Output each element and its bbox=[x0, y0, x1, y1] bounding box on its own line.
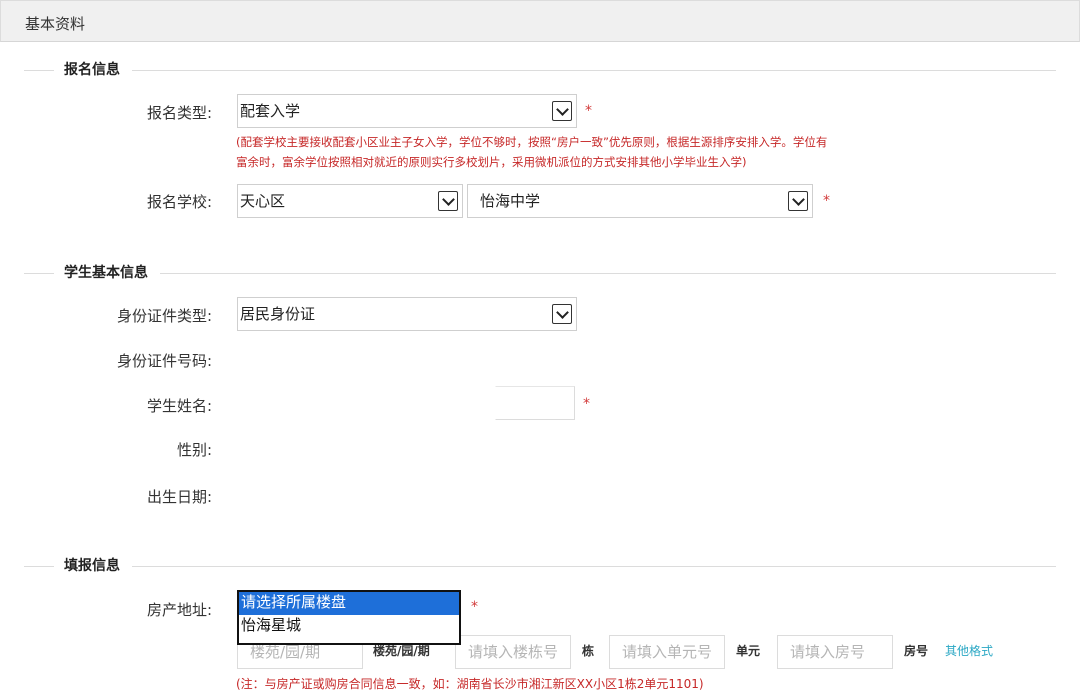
unit-input[interactable]: 请填入单元号 bbox=[609, 635, 725, 669]
required-mark: * bbox=[471, 599, 478, 615]
section-divider bbox=[24, 70, 1056, 71]
other-format-link[interactable]: 其他格式 bbox=[945, 643, 993, 659]
section-signup: 报名信息 bbox=[24, 60, 1056, 80]
signup-type-note-line1: (配套学校主要接收配套小区业主子女入学，学位不够时，按照“房户一致”优先原则，根… bbox=[236, 135, 828, 149]
student-name-input[interactable] bbox=[495, 386, 575, 420]
estate-placeholder: 楼苑/园/期 bbox=[250, 643, 321, 661]
room-placeholder: 请填入房号 bbox=[790, 643, 866, 661]
unit-unit-label: 单元 bbox=[736, 644, 761, 658]
student-name-label: 学生姓名: bbox=[146, 397, 212, 415]
required-mark: * bbox=[583, 396, 590, 412]
district-select[interactable]: 天心区 bbox=[237, 184, 463, 218]
estate-unit-label: 楼苑/园/期 bbox=[373, 644, 430, 658]
gender-label: 性别: bbox=[176, 441, 212, 459]
address-dropdown-list[interactable]: 请选择所属楼盘 怡海星城 bbox=[237, 590, 461, 645]
id-type-select[interactable]: 居民身份证 bbox=[237, 297, 577, 331]
building-unit-label: 栋 bbox=[582, 644, 595, 658]
id-number-label: 身份证件号码: bbox=[116, 352, 212, 370]
id-type-value: 居民身份证 bbox=[240, 305, 316, 323]
room-input[interactable]: 请填入房号 bbox=[777, 635, 893, 669]
school-value: 怡海中学 bbox=[480, 192, 541, 210]
chevron-down-icon bbox=[552, 304, 572, 324]
building-placeholder: 请填入楼栋号 bbox=[468, 643, 559, 661]
chevron-down-icon bbox=[552, 101, 572, 121]
signup-type-label: 报名类型: bbox=[146, 104, 212, 122]
district-value: 天心区 bbox=[240, 192, 286, 210]
panel-title: 基本资料 bbox=[25, 15, 86, 33]
address-note: (注：与房产证或购房合同信息一致，如：湖南省长沙市湘江新区XX小区1栋2单元11… bbox=[236, 677, 704, 691]
address-option[interactable]: 请选择所属楼盘 bbox=[239, 592, 459, 615]
required-mark: * bbox=[823, 193, 830, 209]
school-select[interactable]: 怡海中学 bbox=[467, 184, 813, 218]
section-divider bbox=[24, 566, 1056, 567]
birth-date-label: 出生日期: bbox=[146, 488, 212, 506]
chevron-down-icon bbox=[788, 191, 808, 211]
section-fill: 填报信息 bbox=[24, 556, 1056, 576]
id-type-label: 身份证件类型: bbox=[116, 307, 212, 325]
section-title-fill: 填报信息 bbox=[54, 556, 132, 576]
section-student: 学生基本信息 bbox=[24, 263, 1056, 283]
address-option[interactable]: 怡海星城 bbox=[239, 615, 459, 638]
unit-placeholder: 请填入单元号 bbox=[622, 643, 713, 661]
building-input[interactable]: 请填入楼栋号 bbox=[455, 635, 571, 669]
signup-school-label: 报名学校: bbox=[146, 193, 212, 211]
address-label: 房产地址: bbox=[146, 601, 212, 619]
section-title-signup: 报名信息 bbox=[54, 60, 132, 80]
room-unit-label: 房号 bbox=[904, 644, 929, 658]
signup-type-value: 配套入学 bbox=[240, 102, 301, 120]
chevron-down-icon bbox=[438, 191, 458, 211]
section-title-student: 学生基本信息 bbox=[54, 263, 160, 283]
signup-type-select[interactable]: 配套入学 bbox=[237, 94, 577, 128]
required-mark: * bbox=[585, 103, 592, 119]
signup-type-note-line2: 富余时，富余学位按照相对就近的原则实行多校划片，采用微机派位的方式安排其他小学毕… bbox=[236, 155, 747, 169]
section-divider bbox=[24, 273, 1056, 274]
panel-header: 基本资料 bbox=[0, 0, 1080, 42]
